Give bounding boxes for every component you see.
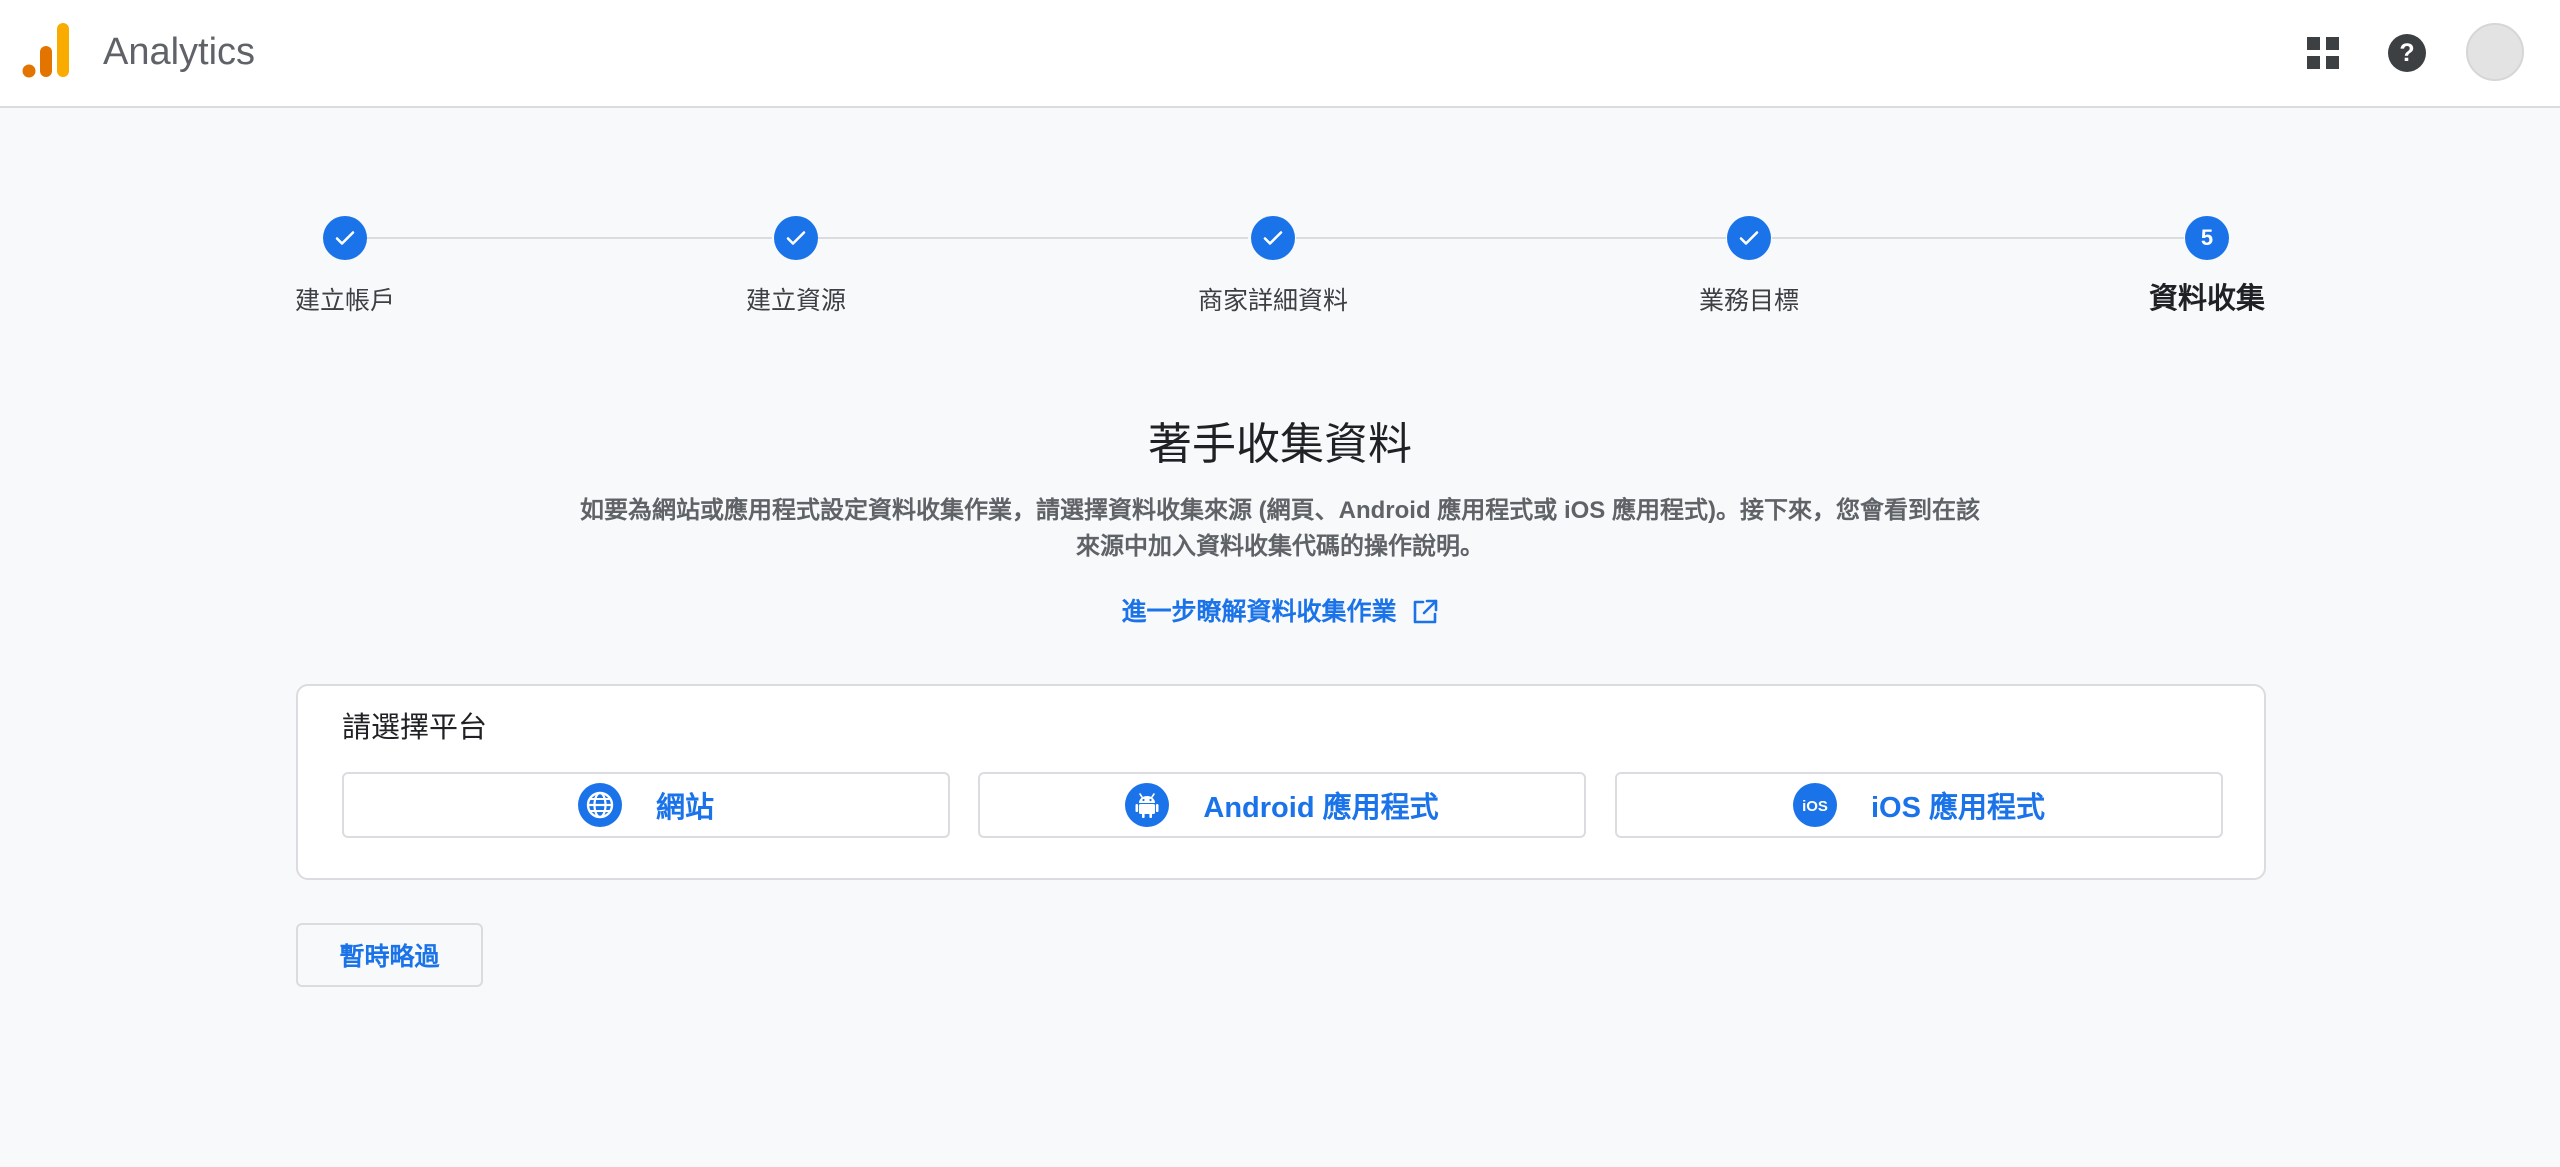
android-icon bbox=[1125, 783, 1170, 827]
platform-card: 請選擇平台 網站 Android 應用程式 iOS iOS 應用程式 bbox=[296, 684, 2266, 880]
platform-label: 網站 bbox=[655, 792, 714, 824]
svg-text:iOS: iOS bbox=[1802, 798, 1828, 815]
step-label: 建立資源 bbox=[745, 287, 846, 315]
platform-label: Android 應用程式 bbox=[1203, 792, 1439, 824]
globe-icon bbox=[577, 783, 622, 827]
ios-icon: iOS bbox=[1792, 783, 1837, 827]
step-business-details: 商家詳細資料 bbox=[1123, 216, 1423, 318]
step-label: 商家詳細資料 bbox=[1197, 287, 1348, 315]
check-icon bbox=[1251, 216, 1295, 260]
check-icon bbox=[1727, 216, 1771, 260]
android-platform-button[interactable]: Android 應用程式 bbox=[978, 772, 1586, 838]
step-create-account: 建立帳戶 bbox=[195, 216, 495, 318]
step-data-collection: 5 資料收集 bbox=[2057, 216, 2357, 316]
step-label: 資料收集 bbox=[2148, 283, 2265, 315]
step-number: 5 bbox=[2185, 216, 2229, 260]
open-in-new-icon bbox=[1413, 599, 1437, 624]
learn-more-link[interactable]: 進一步瞭解資料收集作業 bbox=[0, 594, 2560, 630]
ios-platform-button[interactable]: iOS iOS 應用程式 bbox=[1615, 772, 2223, 838]
page-description: 如要為網站或應用程式設定資料收集作業，請選擇資料收集來源 (網頁、Android… bbox=[580, 497, 1980, 560]
step-label: 業務目標 bbox=[1698, 287, 1799, 315]
step-business-objectives: 業務目標 bbox=[1599, 216, 1899, 318]
platform-label: iOS 應用程式 bbox=[1870, 792, 2045, 824]
platform-card-title: 請選擇平台 bbox=[342, 712, 488, 744]
setup-stepper: 建立帳戶 建立資源 商家詳細資料 業務目標 5 資料收集 bbox=[0, 0, 2560, 340]
learn-more-label: 進一步瞭解資料收集作業 bbox=[1121, 598, 1397, 626]
web-platform-button[interactable]: 網站 bbox=[342, 772, 950, 838]
skip-button[interactable]: 暫時略過 bbox=[296, 923, 483, 987]
check-icon bbox=[774, 216, 818, 260]
check-icon bbox=[323, 216, 367, 260]
page-title: 著手收集資料 bbox=[1148, 420, 1412, 469]
step-label: 建立帳戶 bbox=[294, 287, 395, 315]
step-create-property: 建立資源 bbox=[646, 216, 946, 318]
